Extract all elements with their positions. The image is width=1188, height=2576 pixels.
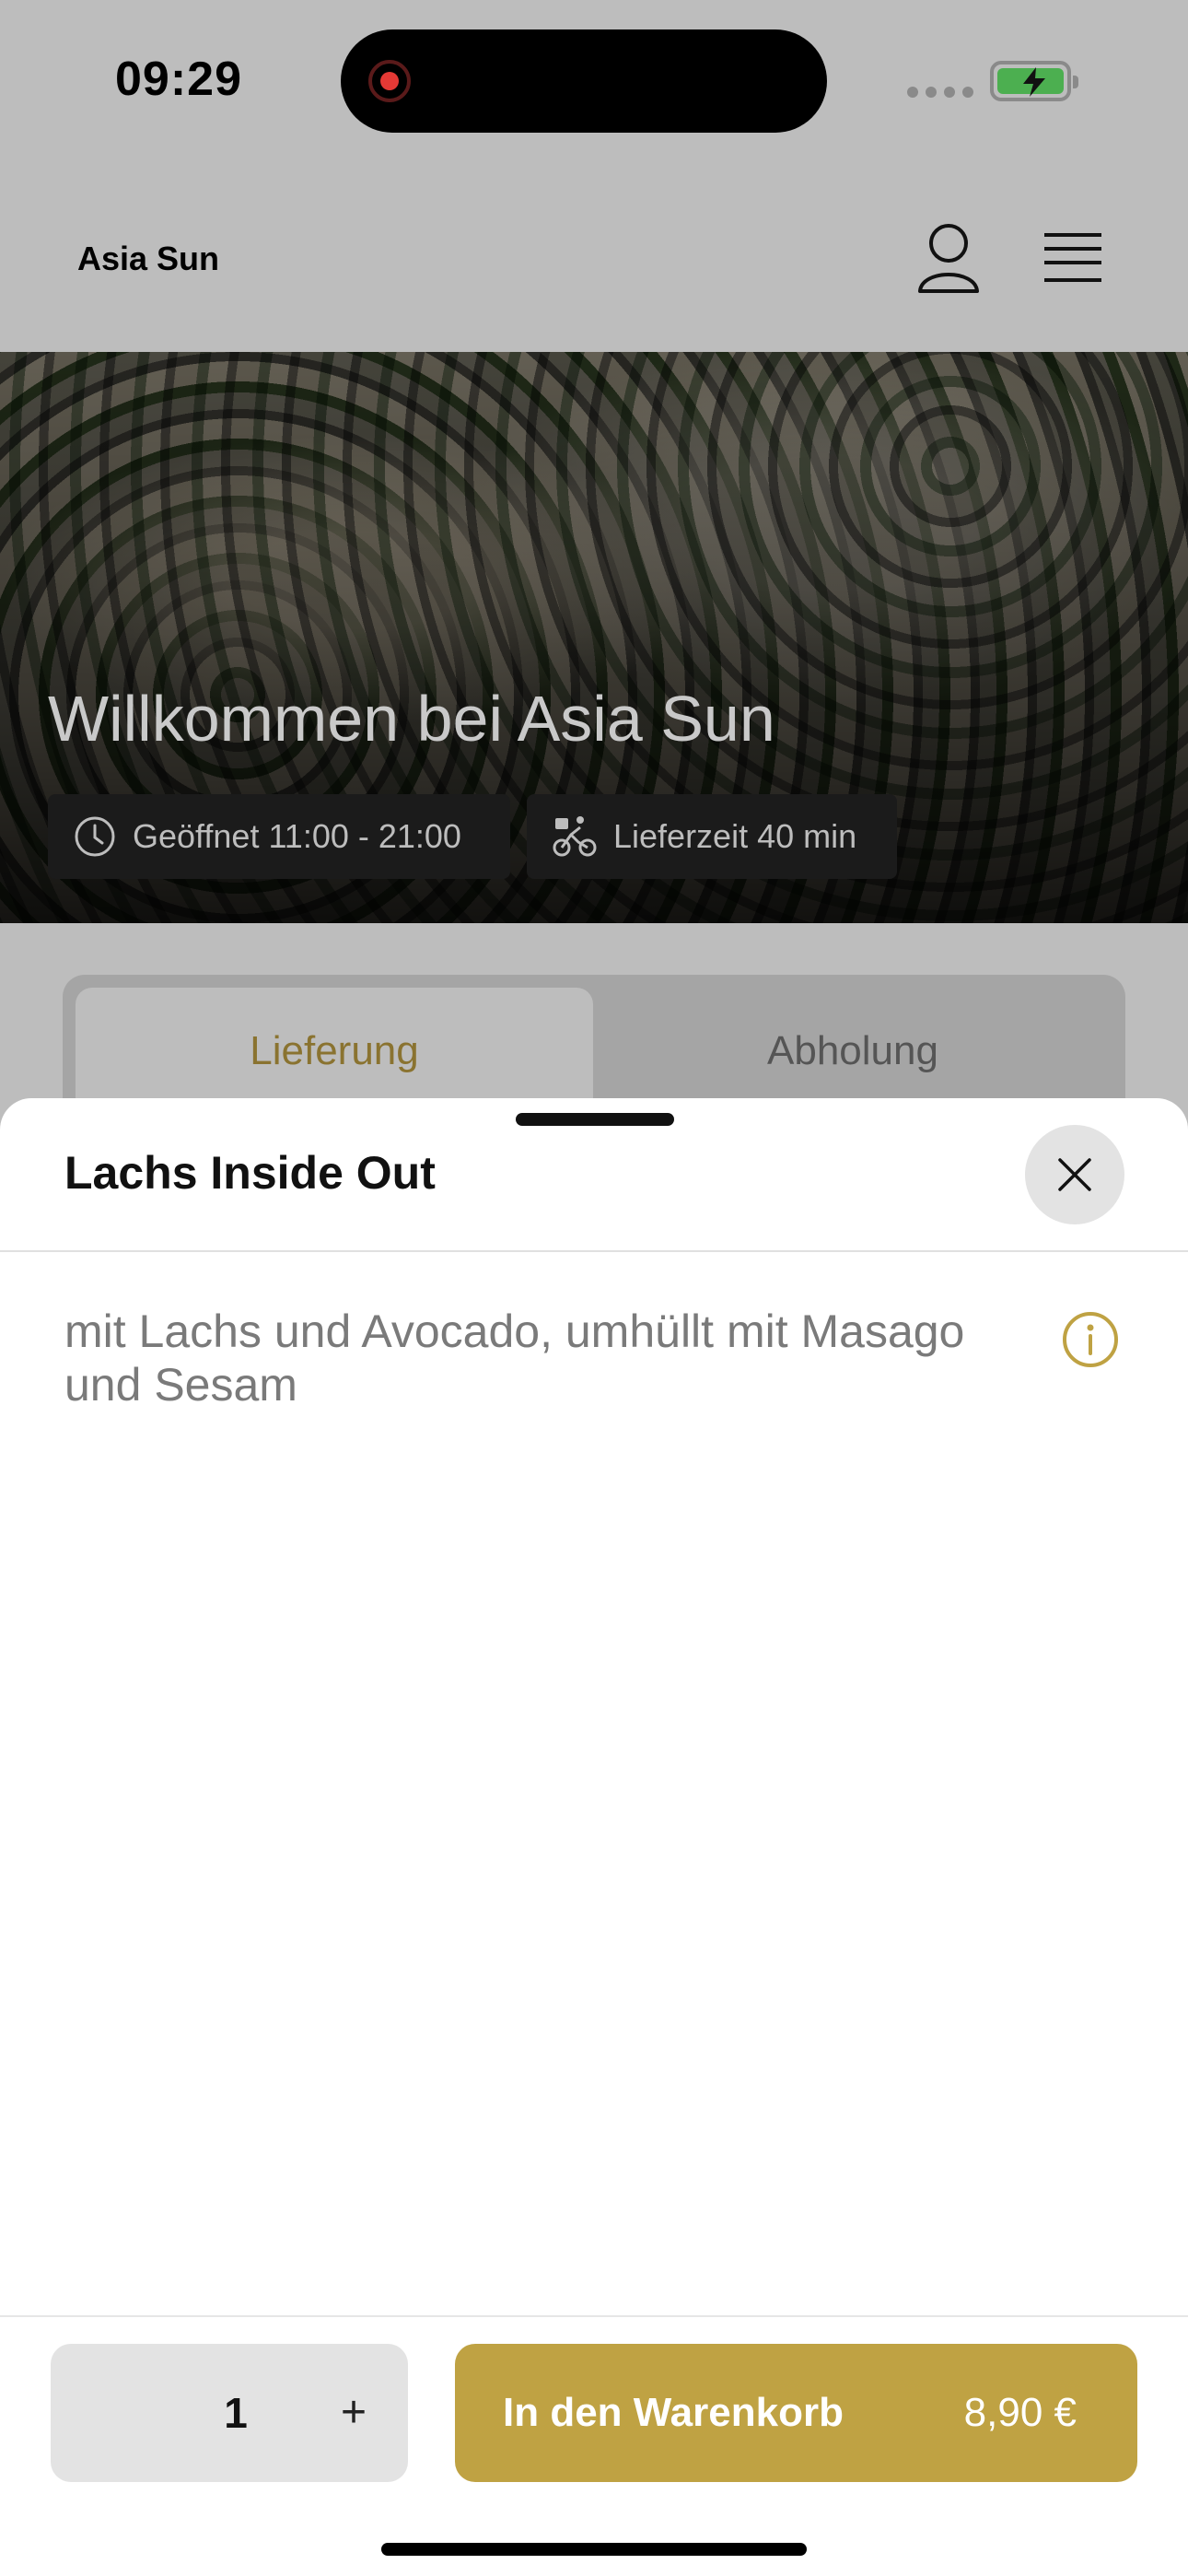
product-title: Lachs Inside Out xyxy=(64,1147,436,1199)
opening-hours-chip: Geöffnet 11:00 - 21:00 xyxy=(48,794,510,879)
footer-divider xyxy=(0,2315,1188,2317)
user-icon[interactable] xyxy=(916,221,981,295)
product-price: 8,90 € xyxy=(963,2390,1077,2435)
close-icon xyxy=(1058,1158,1091,1191)
sheet-grabber[interactable] xyxy=(516,1113,674,1126)
status-time: 09:29 xyxy=(115,53,242,106)
opening-hours-text: Geöffnet 11:00 - 21:00 xyxy=(133,817,461,855)
delivery-time-chip: Lieferzeit 40 min xyxy=(527,794,897,879)
sheet-divider xyxy=(0,1250,1188,1252)
hero-title: Willkommen bei Asia Sun xyxy=(48,683,775,755)
hero-banner: Willkommen bei Asia Sun Geöffnet 11:00 -… xyxy=(0,352,1188,923)
close-button[interactable] xyxy=(1025,1125,1124,1224)
clock-icon xyxy=(75,816,115,857)
home-indicator[interactable] xyxy=(381,2543,807,2556)
battery-charging-icon xyxy=(990,61,1078,101)
record-icon xyxy=(368,60,411,102)
product-sheet: Lachs Inside Out mit Lachs und Avocado, … xyxy=(0,1098,1188,2576)
info-icon[interactable] xyxy=(1061,1310,1120,1369)
brand-name[interactable]: Asia Sun xyxy=(77,240,219,278)
app-header: Asia Sun xyxy=(0,166,1188,352)
bike-icon xyxy=(553,816,597,857)
signal-icon xyxy=(907,87,973,98)
delivery-time-text: Lieferzeit 40 min xyxy=(613,817,857,855)
status-bar: 09:29 xyxy=(0,0,1188,166)
product-description: mit Lachs und Avocado, umhüllt mit Masag… xyxy=(64,1306,965,1411)
add-to-cart-label: In den Warenkorb xyxy=(503,2390,844,2435)
menu-icon[interactable] xyxy=(1042,232,1103,284)
add-to-cart-button[interactable]: In den Warenkorb 8,90 € xyxy=(455,2344,1137,2482)
quantity-plus-button[interactable]: + xyxy=(320,2377,388,2449)
dynamic-island xyxy=(341,29,827,133)
quantity-stepper: 1 + xyxy=(51,2344,408,2482)
